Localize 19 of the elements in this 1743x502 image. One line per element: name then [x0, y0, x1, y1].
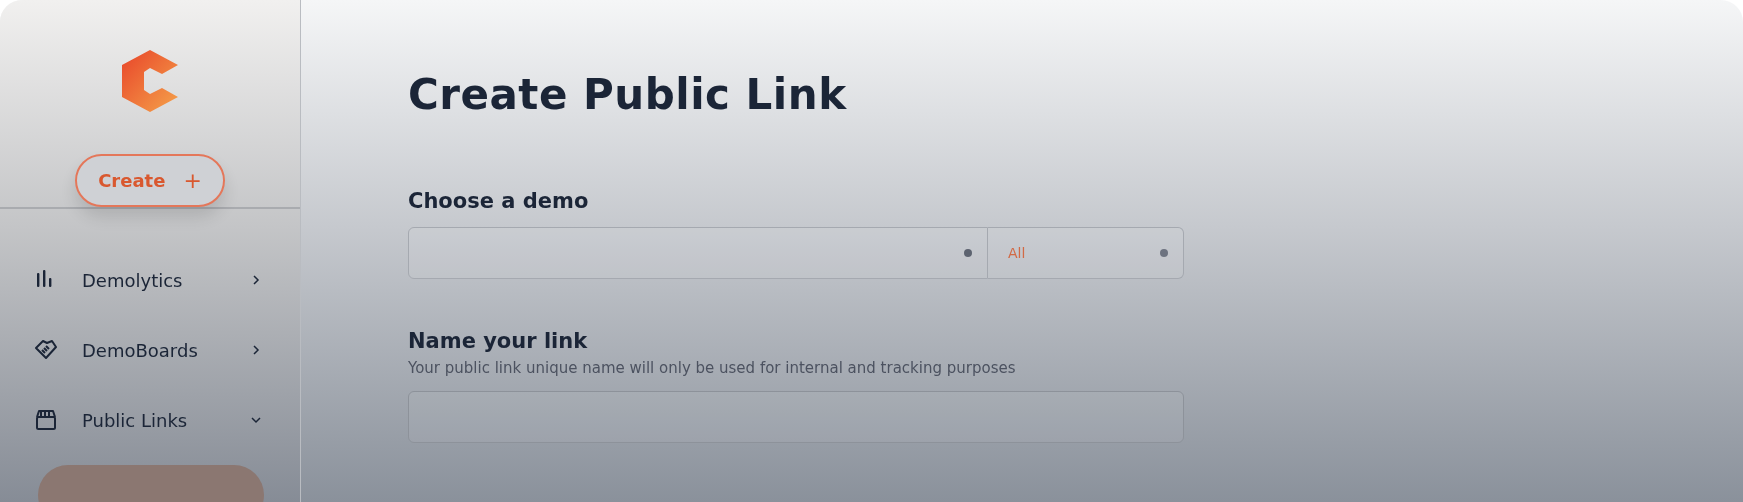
logo-icon — [122, 50, 178, 112]
section-heading: Name your link — [408, 329, 589, 353]
field-hint: Your public link unique name will only be used for internal and tracking purposes — [408, 359, 1017, 377]
sidebar-item-label: Demolytics — [82, 269, 184, 291]
sidebar-item[interactable]: DemoBoards — [0, 315, 300, 385]
sidebar-item-label: DemoBoards — [82, 339, 199, 361]
chevron-down-icon — [250, 414, 262, 426]
dropdown-icon — [1159, 248, 1169, 258]
demo-select[interactable] — [408, 227, 988, 279]
sidebar-item[interactable]: Public Links — [0, 385, 300, 455]
dropdown-icon — [963, 248, 973, 258]
section-heading: Choose a demo — [408, 189, 590, 213]
sidebar-item-label: Public Links — [82, 409, 189, 431]
link-name-field[interactable] — [408, 391, 1184, 443]
storefront-icon — [34, 408, 58, 432]
page-title: Create Public Link — [408, 70, 848, 119]
chevron-right-icon — [250, 344, 262, 356]
chevron-right-icon — [250, 274, 262, 286]
sidebar-item[interactable]: Demolytics — [0, 245, 300, 315]
